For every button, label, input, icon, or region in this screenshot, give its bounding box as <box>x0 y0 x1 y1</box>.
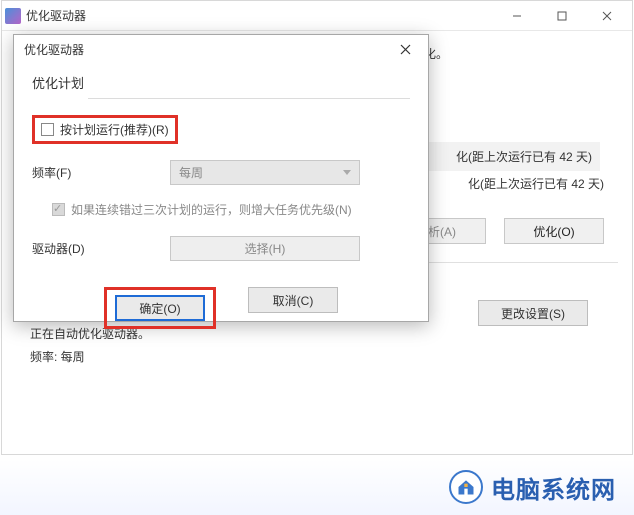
frequency-dropdown[interactable]: 每周 <box>170 160 360 185</box>
group-header: 优化计划 <box>32 73 410 92</box>
dialog-titlebar: 优化驱动器 <box>14 35 428 63</box>
highlight-box: 确定(O) <box>104 287 216 329</box>
parent-title: 优化驱动器 <box>26 7 86 24</box>
brand-bar: 电脑系统网 <box>0 459 634 515</box>
dialog-title: 优化驱动器 <box>24 41 84 58</box>
dialog-actions: 确定(O) 取消(C) <box>32 287 410 329</box>
window-controls <box>494 1 629 30</box>
app-icon <box>5 8 21 24</box>
change-settings-button[interactable]: 更改设置(S) <box>478 300 588 326</box>
ok-button[interactable]: 确定(O) <box>115 295 205 321</box>
throttle-label: 如果连续错过三次计划的运行，则增大任务优先级(N) <box>71 201 352 218</box>
choose-drive-button[interactable]: 选择(H) <box>170 236 360 261</box>
run-scheduled-label: 按计划运行(推荐)(R) <box>60 121 169 138</box>
frequency-row: 频率(F) 每周 <box>32 160 410 185</box>
minimize-button[interactable] <box>494 1 539 30</box>
throttle-checkbox[interactable] <box>52 203 65 216</box>
run-scheduled-checkbox[interactable] <box>41 123 54 136</box>
scheduled-frequency: 频率: 每周 <box>30 346 618 369</box>
frequency-value: 每周 <box>179 164 203 181</box>
maximize-button[interactable] <box>539 1 584 30</box>
drive-label: 驱动器(D) <box>32 240 170 257</box>
schedule-dialog: 优化驱动器 优化计划 按计划运行(推荐)(R) 频率(F) 每周 如果连续错过三… <box>13 34 429 322</box>
optimize-button[interactable]: 优化(O) <box>504 218 604 244</box>
run-scheduled-row: 按计划运行(推荐)(R) <box>32 115 410 144</box>
dialog-close-button[interactable] <box>388 37 422 61</box>
group-separator <box>88 98 410 99</box>
brand-text: 电脑系统网 <box>491 470 616 505</box>
parent-titlebar: 优化驱动器 <box>2 1 632 31</box>
drive-row: 驱动器(D) 选择(H) <box>32 236 410 261</box>
cancel-button[interactable]: 取消(C) <box>248 287 338 313</box>
close-button[interactable] <box>584 1 629 30</box>
throttle-row: 如果连续错过三次计划的运行，则增大任务优先级(N) <box>32 201 410 218</box>
frequency-label: 频率(F) <box>32 164 170 181</box>
dialog-body: 优化计划 按计划运行(推荐)(R) 频率(F) 每周 如果连续错过三次计划的运行… <box>14 63 428 329</box>
brand-logo-icon <box>449 470 483 504</box>
highlight-box: 按计划运行(推荐)(R) <box>32 115 178 144</box>
